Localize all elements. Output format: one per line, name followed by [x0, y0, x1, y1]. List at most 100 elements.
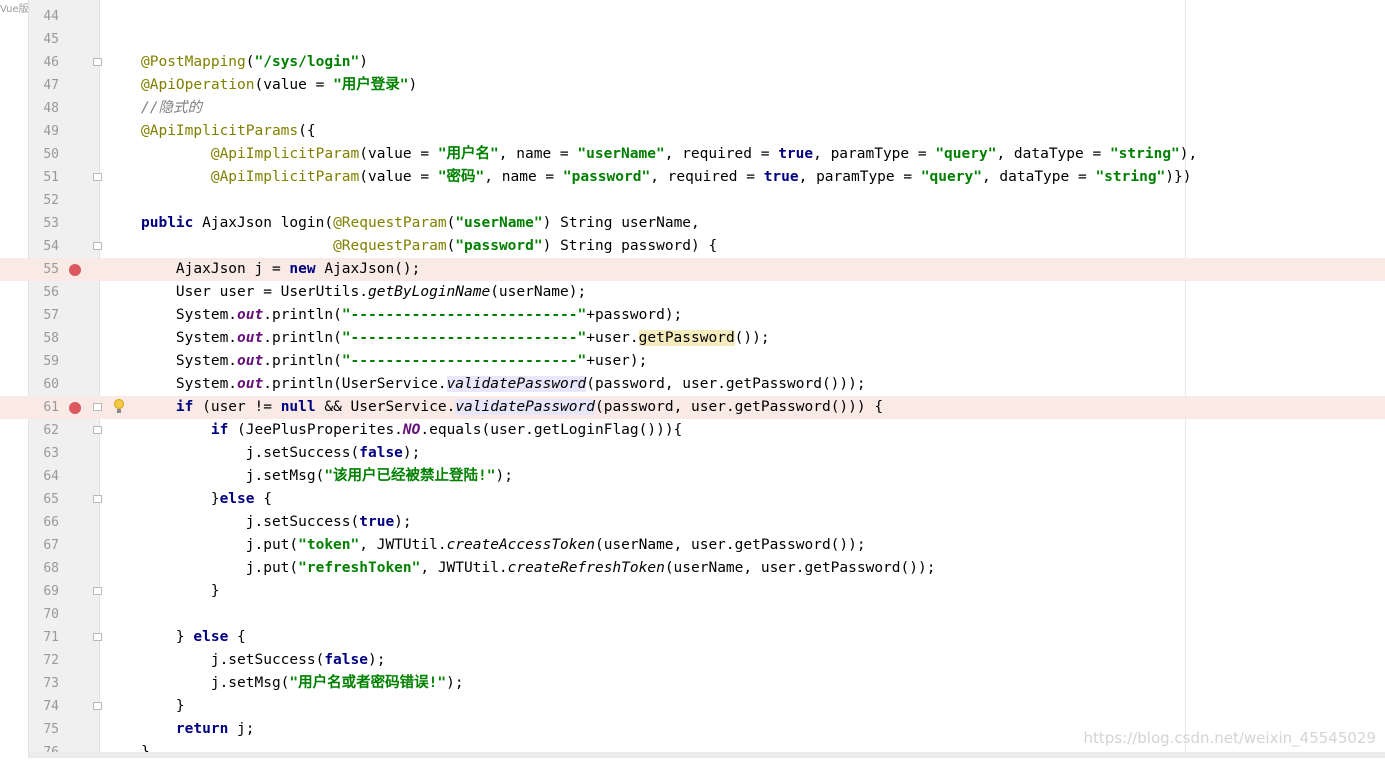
code-line[interactable]: 66 j.setSuccess(true); [0, 511, 1385, 534]
code-line[interactable]: 69 } [0, 580, 1385, 603]
line-number[interactable]: 50 [29, 143, 59, 166]
code-editor[interactable]: 44 45 46 @PostMapping("/sys/login") 47 @ApiOp… [0, 0, 1385, 760]
code-line[interactable]: 56 User user = UserUtils.getByLoginName(… [0, 281, 1385, 304]
code-line[interactable]: 53 public AjaxJson login(@RequestParam("u… [0, 212, 1385, 235]
code-text[interactable]: System.out.println("--------------------… [141, 304, 682, 327]
breakpoint-icon[interactable] [69, 402, 81, 414]
code-line[interactable]: 65 }else { [0, 488, 1385, 511]
code-line[interactable]: 63 j.setSuccess(false); [0, 442, 1385, 465]
line-number[interactable]: 67 [29, 534, 59, 557]
code-line[interactable]: 49 @ApiImplicitParams({ [0, 120, 1385, 143]
code-line[interactable]: 68 j.put("refreshToken", JWTUtil.createR… [0, 557, 1385, 580]
code-line[interactable]: 61 if (user != null && UserService.valid… [0, 396, 1385, 419]
code-line[interactable]: 46 @PostMapping("/sys/login") [0, 51, 1385, 74]
line-number[interactable]: 45 [29, 28, 59, 51]
fold-marker-icon[interactable] [93, 58, 102, 66]
code-text[interactable]: if (JeePlusProperites.NO.equals(user.get… [141, 419, 682, 442]
code-text[interactable]: j.setSuccess(true); [141, 511, 412, 534]
line-number[interactable]: 64 [29, 465, 59, 488]
breakpoint-icon[interactable] [69, 264, 81, 276]
code-text[interactable]: @ApiImplicitParam(value = "密码", name = "… [141, 166, 1192, 189]
code-line[interactable]: 73 j.setMsg("用户名或者密码错误!"); [0, 672, 1385, 695]
code-text[interactable]: j.setSuccess(false); [141, 649, 386, 672]
line-number[interactable]: 47 [29, 74, 59, 97]
fold-marker-icon[interactable] [93, 702, 102, 710]
fold-marker-icon[interactable] [93, 403, 102, 411]
code-text[interactable]: System.out.println("--------------------… [141, 327, 770, 350]
code-text[interactable]: AjaxJson j = new AjaxJson(); [141, 258, 420, 281]
line-number[interactable]: 55 [29, 258, 59, 281]
code-text[interactable]: }else { [141, 488, 272, 511]
fold-marker-icon[interactable] [93, 633, 102, 641]
line-number[interactable]: 71 [29, 626, 59, 649]
line-number[interactable]: 46 [29, 51, 59, 74]
line-number[interactable]: 70 [29, 603, 59, 626]
code-text[interactable]: @PostMapping("/sys/login") [141, 51, 368, 74]
code-line[interactable]: 58 System.out.println("-----------------… [0, 327, 1385, 350]
code-line[interactable]: 74 } [0, 695, 1385, 718]
code-text[interactable]: j.put("token", JWTUtil.createAccessToken… [141, 534, 866, 557]
code-text[interactable]: j.setMsg("该用户已经被禁止登陆!"); [141, 465, 513, 488]
code-text[interactable]: } [141, 580, 220, 603]
line-number[interactable]: 60 [29, 373, 59, 396]
fold-marker-icon[interactable] [93, 173, 102, 181]
line-number[interactable]: 49 [29, 120, 59, 143]
horizontal-scrollbar[interactable] [29, 752, 1385, 758]
line-number[interactable]: 63 [29, 442, 59, 465]
code-line[interactable]: 47 @ApiOperation(value = "用户登录") [0, 74, 1385, 97]
line-number[interactable]: 58 [29, 327, 59, 350]
code-text[interactable]: if (user != null && UserService.validate… [141, 396, 883, 419]
code-line[interactable]: 67 j.put("token", JWTUtil.createAccessTo… [0, 534, 1385, 557]
line-number[interactable]: 48 [29, 97, 59, 120]
code-text[interactable]: @RequestParam("password") String passwor… [141, 235, 717, 258]
code-line[interactable]: 45 [0, 28, 1385, 51]
line-number[interactable]: 52 [29, 189, 59, 212]
fold-marker-icon[interactable] [93, 495, 102, 503]
line-number[interactable]: 57 [29, 304, 59, 327]
line-number[interactable]: 66 [29, 511, 59, 534]
code-line[interactable]: 55 AjaxJson j = new AjaxJson(); [0, 258, 1385, 281]
code-line[interactable]: 44 [0, 5, 1385, 28]
code-text[interactable]: j.setMsg("用户名或者密码错误!"); [141, 672, 464, 695]
line-number[interactable]: 73 [29, 672, 59, 695]
code-text[interactable]: public AjaxJson login(@RequestParam("use… [141, 212, 700, 235]
line-number[interactable]: 51 [29, 166, 59, 189]
code-line[interactable]: 52 [0, 189, 1385, 212]
code-line[interactable]: 62 if (JeePlusProperites.NO.equals(user.… [0, 419, 1385, 442]
line-number[interactable]: 74 [29, 695, 59, 718]
fold-marker-icon[interactable] [93, 426, 102, 434]
code-line[interactable]: 51 @ApiImplicitParam(value = "密码", name … [0, 166, 1385, 189]
code-text[interactable]: System.out.println(UserService.validateP… [141, 373, 866, 396]
fold-marker-icon[interactable] [93, 587, 102, 595]
line-number[interactable]: 75 [29, 718, 59, 741]
code-text[interactable]: System.out.println("--------------------… [141, 350, 647, 373]
line-number[interactable]: 59 [29, 350, 59, 373]
code-line[interactable]: 50 @ApiImplicitParam(value = "用户名", name… [0, 143, 1385, 166]
code-line[interactable]: 71 } else { [0, 626, 1385, 649]
line-number[interactable]: 68 [29, 557, 59, 580]
line-number[interactable]: 61 [29, 396, 59, 419]
line-number[interactable]: 72 [29, 649, 59, 672]
line-number[interactable]: 65 [29, 488, 59, 511]
code-text[interactable]: } [141, 695, 185, 718]
code-line[interactable]: 64 j.setMsg("该用户已经被禁止登陆!"); [0, 465, 1385, 488]
code-text[interactable]: j.setSuccess(false); [141, 442, 421, 465]
lightbulb-icon[interactable] [114, 399, 124, 415]
fold-marker-icon[interactable] [93, 242, 102, 250]
code-text[interactable]: } else { [141, 626, 246, 649]
code-text[interactable]: //隐式的 [141, 97, 202, 120]
code-line[interactable]: 70 [0, 603, 1385, 626]
code-text[interactable]: @ApiImplicitParams({ [141, 120, 316, 143]
code-line[interactable]: 57 System.out.println("-----------------… [0, 304, 1385, 327]
line-number[interactable]: 69 [29, 580, 59, 603]
line-number[interactable]: 62 [29, 419, 59, 442]
line-number[interactable]: 54 [29, 235, 59, 258]
code-text[interactable]: return j; [141, 718, 255, 741]
code-line[interactable]: 48 //隐式的 [0, 97, 1385, 120]
line-number[interactable]: 56 [29, 281, 59, 304]
code-text[interactable]: User user = UserUtils.getByLoginName(use… [141, 281, 586, 304]
code-text[interactable]: j.put("refreshToken", JWTUtil.createRefr… [141, 557, 936, 580]
code-text[interactable]: @ApiOperation(value = "用户登录") [141, 74, 417, 97]
line-number[interactable]: 53 [29, 212, 59, 235]
code-line[interactable]: 60 System.out.println(UserService.valida… [0, 373, 1385, 396]
